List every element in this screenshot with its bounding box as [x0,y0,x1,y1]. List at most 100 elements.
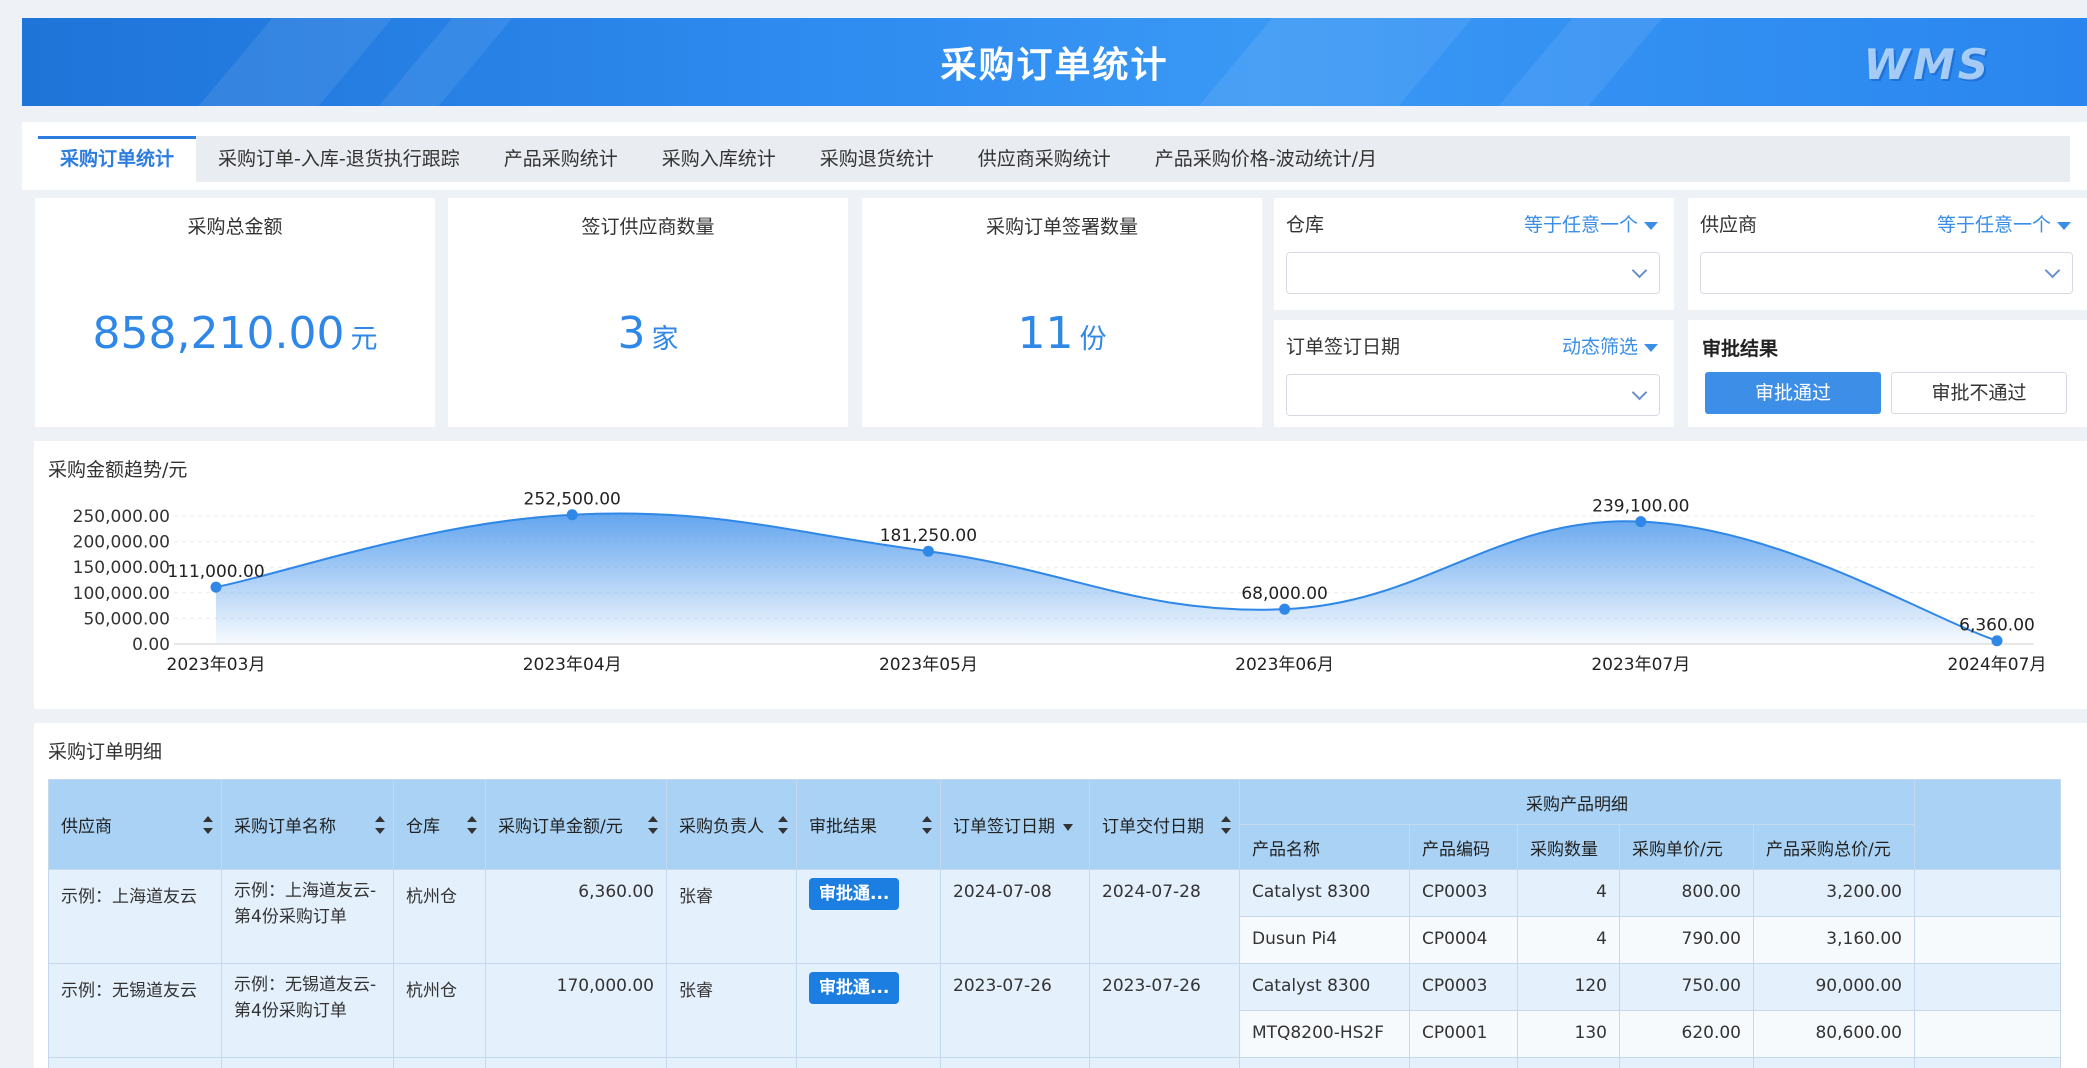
y-tick-label: 100,000.00 [73,584,170,604]
column-header-qty: 采购数量 [1517,824,1620,870]
tab-order-inbound-return-tracking[interactable]: 采购订单-入库-退货执行跟踪 [196,136,482,182]
column-header-owner[interactable]: 采购负责人 [666,779,797,870]
table-row[interactable] [48,1057,2061,1068]
tab-purchase-return-stats[interactable]: 采购退货统计 [798,136,956,182]
column-header-supplier[interactable]: 供应商 [48,779,222,870]
cell-order-name: 示例：无锡道友云-第4份采购订单 [221,963,394,1058]
cell-unit-price: 620.00 [1619,1010,1754,1058]
data-label: 239,100.00 [1592,497,1689,517]
chart-canvas: 0.00 50,000.00 100,000.00 150,000.00 200,000… [73,490,2047,675]
data-label: 6,360.00 [1959,616,2035,636]
data-label: 68,000.00 [1241,584,1328,604]
warehouse-select[interactable] [1286,252,1660,294]
column-header-approval[interactable]: 审批结果 [796,779,941,870]
column-header-delivery-date[interactable]: 订单交付日期 [1089,779,1240,870]
column-header-total-price: 产品采购总价/元 [1753,824,1915,870]
cell-amount: 170,000.00 [485,963,667,1058]
supplier-filter: 供应商 等于任意一个 [1688,198,2087,310]
cell-product-name: Dusun Pi4 [1239,916,1410,964]
cell-qty: 4 [1517,916,1620,964]
supplier-select[interactable] [1700,252,2073,294]
stat-label: 采购订单签署数量 [985,216,1138,238]
cell-unit-price: 750.00 [1619,963,1754,1011]
data-label: 111,000.00 [167,562,264,582]
caret-down-icon [1644,343,1658,352]
tab-bar: 采购订单统计 采购订单-入库-退货执行跟踪 产品采购统计 采购入库统计 采购退货… [38,136,2070,182]
tab-bar-container: 采购订单统计 采购订单-入库-退货执行跟踪 产品采购统计 采购入库统计 采购退货… [22,122,2087,190]
tab-supplier-purchase-stats[interactable]: 供应商采购统计 [956,136,1133,182]
data-point [210,581,222,593]
warehouse-filter: 仓库 等于任意一个 [1274,198,1674,310]
cell-warehouse: 杭州仓 [393,963,486,1058]
filter-label: 供应商 [1700,214,1758,236]
sign-date-filter: 订单签订日期 动态筛选 [1274,320,1674,427]
cell-product-name: MTQ8200-HS2F [1239,1010,1410,1058]
sort-icon [922,815,932,834]
sort-icon [778,815,788,834]
stat-card-supplier-count: 签订供应商数量 3家 [448,198,848,427]
column-header-product-name: 产品名称 [1239,824,1410,870]
cell-extra [1914,869,2061,917]
cell-delivery-date: 2023-07-26 [1089,963,1240,1058]
x-tick-label: 2024年07月 [1948,655,2047,675]
sort-desc-icon [1063,823,1073,831]
header-banner: 采购订单统计 WMS [22,18,2087,106]
table-row[interactable]: 示例：无锡道友云 示例：无锡道友云-第4份采购订单 杭州仓 170,000.00… [48,963,2061,1058]
filter-mode-dropdown[interactable]: 等于任意一个 [1524,210,1658,237]
status-badge: 审批通... [809,878,900,910]
data-point [566,509,578,521]
column-header-unit-price: 采购单价/元 [1619,824,1754,870]
data-point [1635,516,1647,528]
status-badge: 审批通... [809,972,900,1004]
table-row[interactable]: 示例：上海道友云 示例：上海道友云-第4份采购订单 杭州仓 6,360.00 张… [48,869,2061,964]
y-tick-label: 0.00 [132,635,170,655]
tab-price-fluctuation-monthly[interactable]: 产品采购价格-波动统计/月 [1133,136,1399,182]
column-header-product-code: 产品编码 [1409,824,1518,870]
stat-value: 3家 [617,308,679,359]
order-detail-panel: 采购订单明细 供应商 采购订单名称 仓库 采购订单金额/元 采购负责人 审批结果… [34,723,2087,1068]
data-point [1991,635,2003,647]
chevron-down-icon [1631,262,1648,279]
cell-approval: 审批通... [796,869,941,964]
sign-date-select[interactable] [1286,374,1660,416]
approval-fail-button[interactable]: 审批不通过 [1891,372,2067,414]
x-tick-label: 2023年04月 [523,655,622,675]
cell-product-name: Catalyst 8300 [1239,869,1410,917]
stat-label: 签订供应商数量 [581,216,715,238]
column-header-order-name[interactable]: 采购订单名称 [221,779,394,870]
column-header-sign-date[interactable]: 订单签订日期 [940,779,1090,870]
column-header-amount[interactable]: 采购订单金额/元 [485,779,667,870]
x-tick-label: 2023年05月 [879,655,978,675]
column-header-warehouse[interactable]: 仓库 [393,779,486,870]
stat-card-order-count: 采购订单签署数量 11 份 [862,198,1262,427]
cell-owner: 张睿 [666,869,797,964]
filter-mode-dropdown[interactable]: 动态筛选 [1562,332,1658,359]
cell-extra [1914,963,2061,1011]
table-title: 采购订单明细 [48,741,163,763]
order-detail-table: 供应商 采购订单名称 仓库 采购订单金额/元 采购负责人 审批结果 订单签订日期… [48,779,2061,1068]
x-tick-label: 2023年06月 [1235,655,1334,675]
filter-label: 审批结果 [1702,338,1779,360]
cell-product-code: CP0004 [1409,916,1518,964]
cell-total-price: 3,160.00 [1753,916,1915,964]
filter-label: 订单签订日期 [1286,336,1401,358]
cell-qty: 4 [1517,869,1620,917]
cell-delivery-date: 2024-07-28 [1089,869,1240,964]
cell-unit-price: 800.00 [1619,869,1754,917]
approval-pass-button[interactable]: 审批通过 [1705,372,1881,414]
stat-value: 11 份 [1017,308,1107,359]
y-tick-label: 50,000.00 [83,609,170,629]
cell-supplier: 示例：上海道友云 [48,869,222,964]
tab-product-purchase-stats[interactable]: 产品采购统计 [482,136,640,182]
cell-extra [1914,916,2061,964]
area-fill [216,513,1997,644]
chevron-down-icon [1631,384,1648,401]
tab-purchase-inbound-stats[interactable]: 采购入库统计 [640,136,798,182]
sort-icon [203,815,213,834]
filter-mode-dropdown[interactable]: 等于任意一个 [1937,210,2071,237]
cell-supplier: 示例：无锡道友云 [48,963,222,1058]
tab-purchase-order-stats[interactable]: 采购订单统计 [38,136,197,182]
caret-down-icon [1644,221,1658,230]
cell-total-price: 3,200.00 [1753,869,1915,917]
data-label: 181,250.00 [880,526,977,546]
